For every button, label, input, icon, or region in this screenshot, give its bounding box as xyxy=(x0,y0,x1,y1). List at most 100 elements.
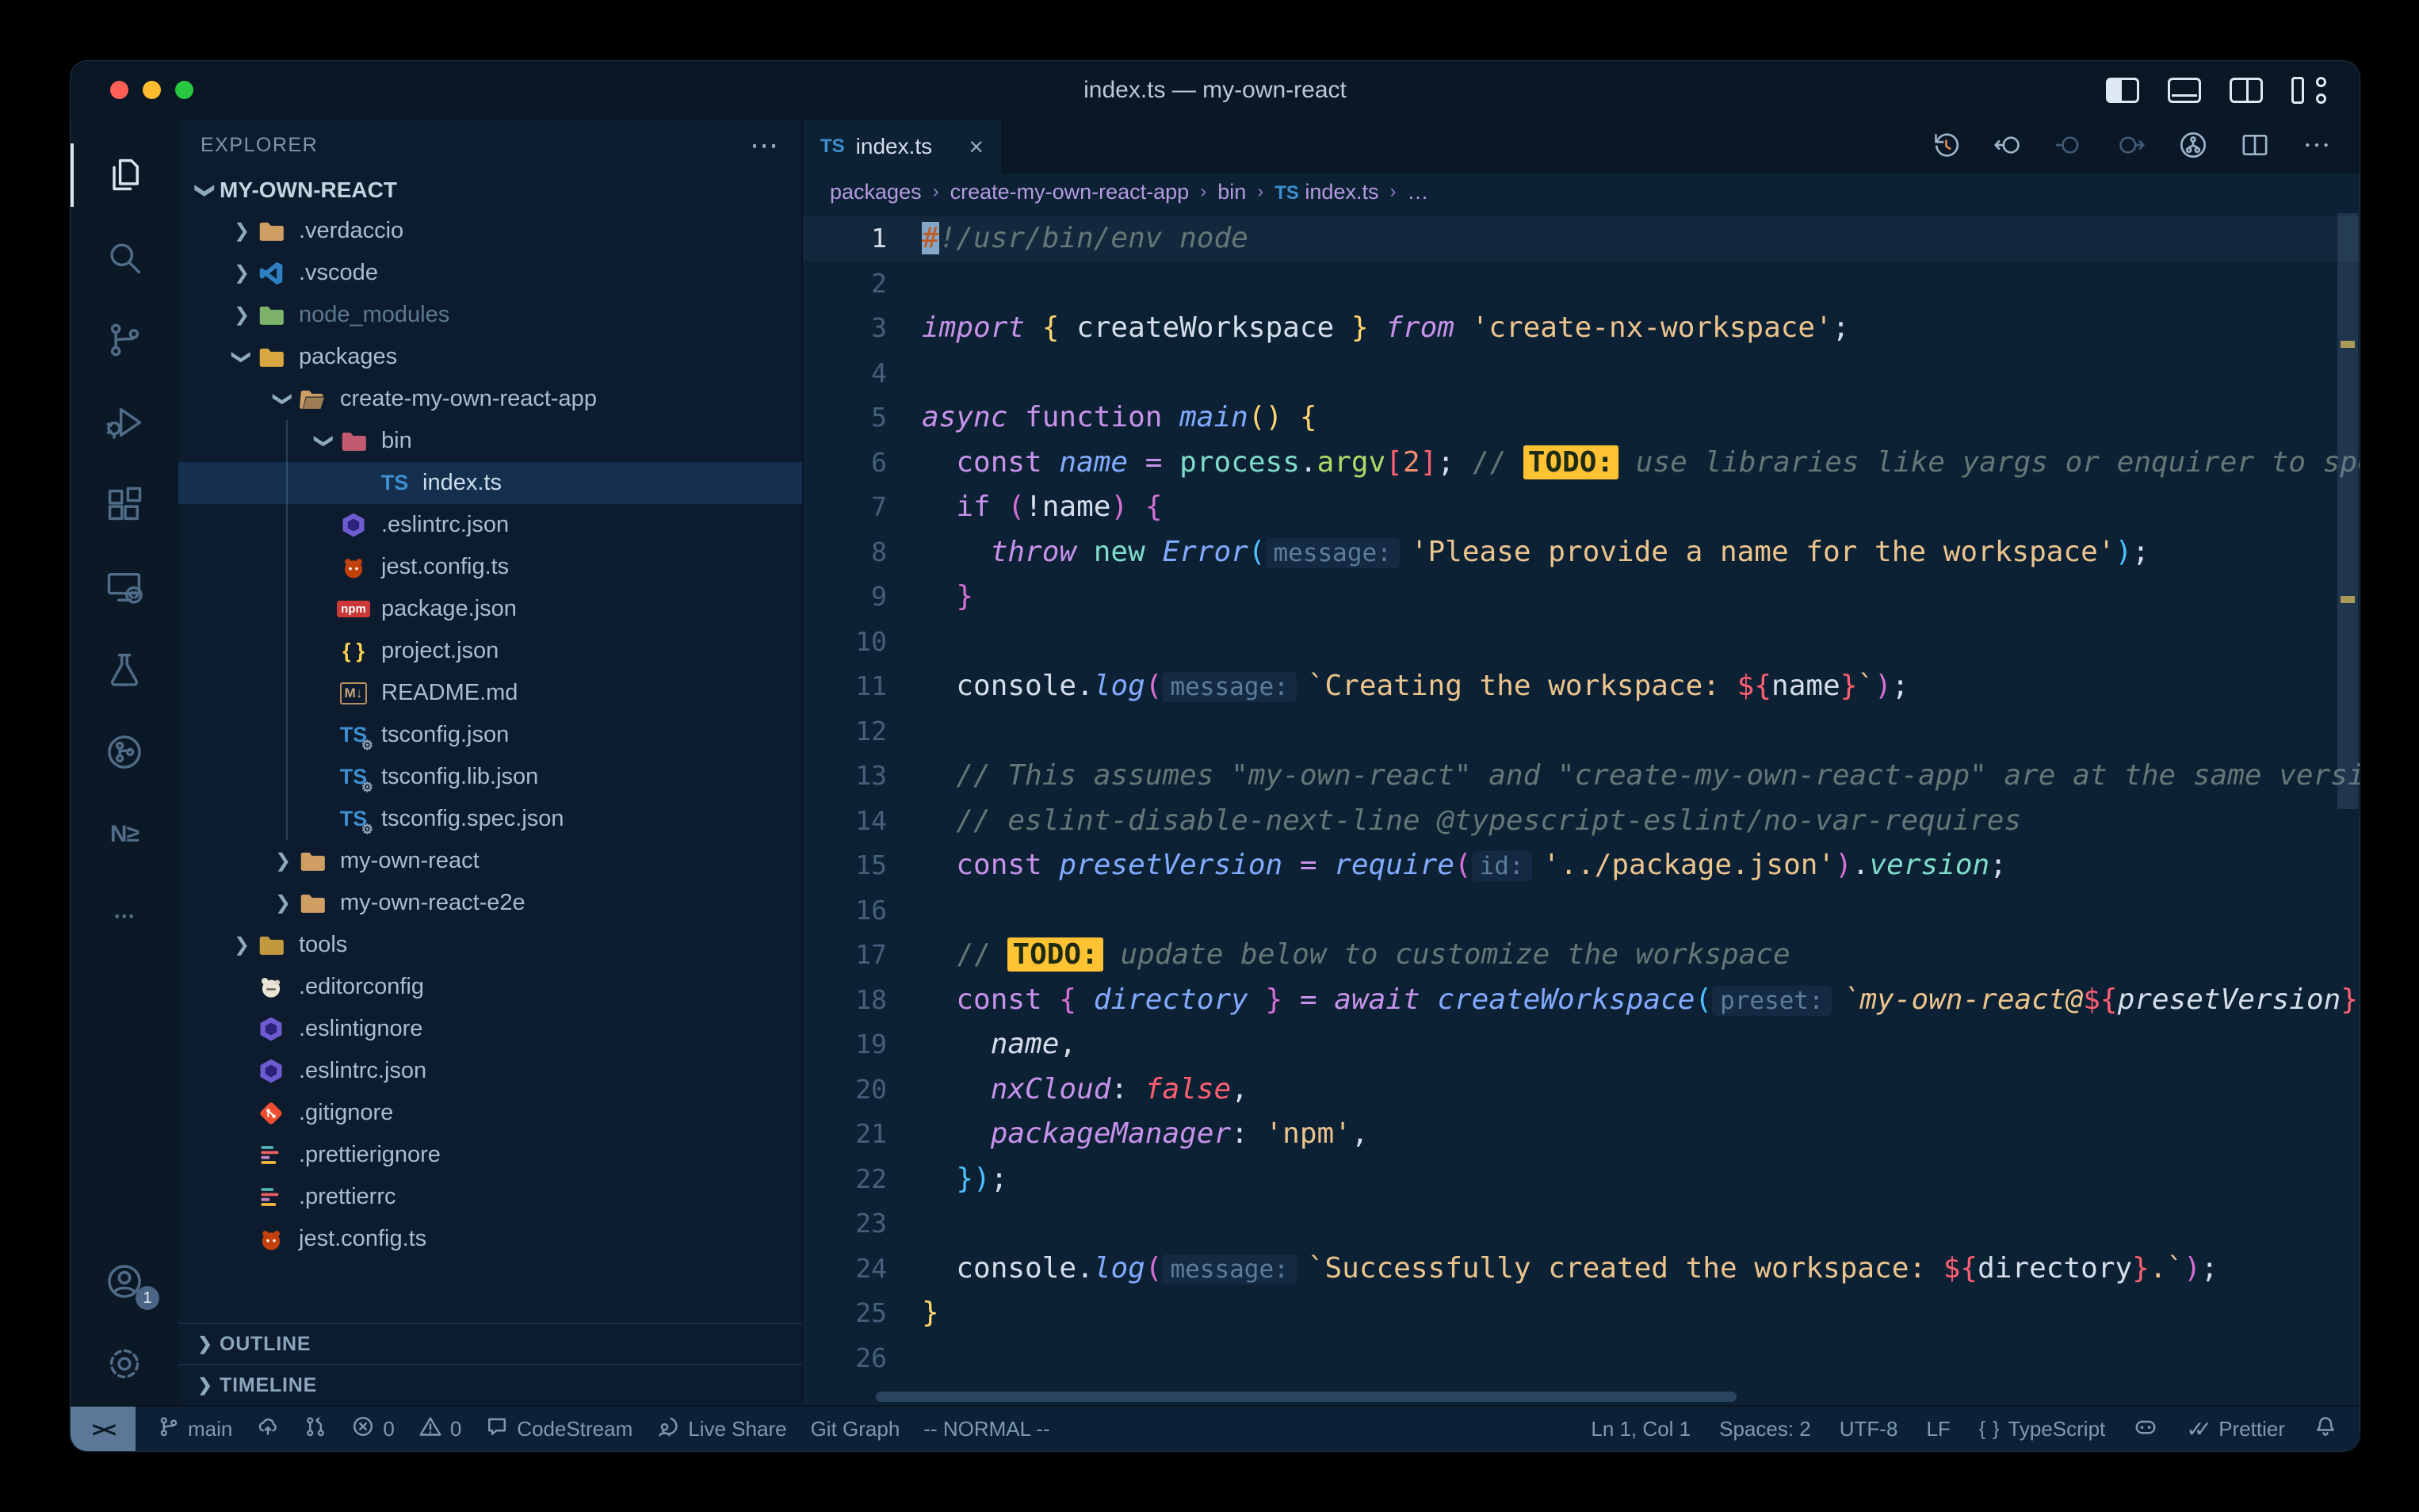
tree-item-file-.gitignore[interactable]: .gitignore xyxy=(178,1092,802,1134)
status-main[interactable]: main xyxy=(156,1415,232,1444)
line-number: 3 xyxy=(803,306,922,351)
jest-icon xyxy=(256,1224,286,1254)
tree-item-file-.eslintrc.json[interactable]: .eslintrc.json xyxy=(178,1050,802,1092)
next-change-icon[interactable] xyxy=(2115,129,2147,165)
code-line-22: 22 }); xyxy=(803,1157,2360,1202)
activity-files-icon[interactable] xyxy=(71,134,178,216)
tree-item-folder-node_modules[interactable]: ❯node_modules xyxy=(178,294,802,336)
tree-item-file-package.json[interactable]: npmpackage.json xyxy=(178,588,802,630)
workspace-root-item[interactable]: ❯ MY-OWN-REACT xyxy=(178,170,802,210)
layout-sidebar-right-icon[interactable] xyxy=(2230,78,2263,103)
status-prettier[interactable]: ✓✓Prettier xyxy=(2186,1416,2285,1442)
code-editor[interactable]: 1#!/usr/bin/env node23import { createWor… xyxy=(803,210,2360,1405)
status-normal[interactable]: -- NORMAL -- xyxy=(923,1417,1049,1441)
activity-remote-explorer-icon[interactable] xyxy=(71,546,178,628)
code-line-16: 16 xyxy=(803,888,2360,934)
activity-source-control-icon[interactable] xyxy=(71,299,178,381)
breadcrumb-item[interactable]: create-my-own-react-app xyxy=(950,180,1190,204)
close-tab-icon[interactable]: × xyxy=(969,132,984,162)
status-typescript[interactable]: { }TypeScript xyxy=(1979,1417,2105,1441)
status-copilot-icon[interactable] xyxy=(2134,1415,2157,1444)
status-lf[interactable]: LF xyxy=(1926,1417,1950,1441)
status-utf-8[interactable]: UTF-8 xyxy=(1840,1417,1898,1441)
activity-account-icon[interactable]: 1 xyxy=(71,1240,178,1323)
section-outline[interactable]: ❯OUTLINE xyxy=(178,1323,802,1364)
chevron-right-icon: ❯ xyxy=(227,934,256,956)
tree-item-file-tsconfig.spec.json[interactable]: TS⚙tsconfig.spec.json xyxy=(178,798,802,840)
layout-panel-icon[interactable] xyxy=(2168,78,2201,103)
tree-item-file-jest.config.ts[interactable]: jest.config.ts xyxy=(178,1218,802,1260)
activity-circle-branch-icon[interactable] xyxy=(71,711,178,793)
tree-item-file-index.ts[interactable]: TSindex.ts xyxy=(178,462,802,504)
breadcrumb-item[interactable]: TS index.ts xyxy=(1274,180,1378,204)
activity-extensions-icon[interactable] xyxy=(71,464,178,546)
tree-item-file-.prettierignore[interactable]: .prettierignore xyxy=(178,1134,802,1176)
todo-marker xyxy=(2341,596,2355,603)
layout-grid-icon[interactable] xyxy=(2291,77,2328,104)
eslint-icon xyxy=(338,510,369,540)
status-cloud-upload-icon[interactable] xyxy=(256,1415,280,1444)
chevron-right-icon: ❯ xyxy=(269,892,297,914)
source-control-circle-icon[interactable] xyxy=(2177,129,2209,165)
breadcrumb-separator-icon: › xyxy=(1257,181,1263,203)
tree-item-file-.editorconfig[interactable]: .editorconfig xyxy=(178,966,802,1008)
activity-more-icon[interactable]: ··· xyxy=(71,876,178,958)
tree-item-file-tsconfig.lib.json[interactable]: TS⚙tsconfig.lib.json xyxy=(178,756,802,798)
tree-item-folder-create-my-own-react-app[interactable]: ❯create-my-own-react-app xyxy=(178,378,802,420)
tree-item-folder-packages[interactable]: ❯packages xyxy=(178,336,802,378)
tree-item-folder-bin[interactable]: ❯bin xyxy=(178,420,802,462)
breadcrumb-item[interactable]: packages xyxy=(830,180,922,204)
prev-change-icon[interactable] xyxy=(2054,129,2085,165)
history-icon[interactable] xyxy=(1930,129,1962,165)
tree-item-folder-my-own-react-e2e[interactable]: ❯my-own-react-e2e xyxy=(178,882,802,924)
status-bell-icon[interactable] xyxy=(2314,1415,2337,1444)
open-changes-icon[interactable] xyxy=(1992,129,2023,165)
layout-sidebar-left-icon[interactable] xyxy=(2106,78,2139,103)
code-line-5: 5async function main() { xyxy=(803,395,2360,441)
tree-item-file-.prettierrc[interactable]: .prettierrc xyxy=(178,1176,802,1218)
status-codestream[interactable]: CodeStream xyxy=(485,1415,632,1444)
line-number: 6 xyxy=(803,441,922,486)
tree-item-file-jest.config.ts[interactable]: jest.config.ts xyxy=(178,546,802,588)
activity-settings-gear-icon[interactable] xyxy=(71,1323,178,1405)
split-editor-icon[interactable] xyxy=(2239,129,2271,165)
line-number: 10 xyxy=(803,620,922,665)
breadcrumb-item[interactable]: bin xyxy=(1217,180,1246,204)
line-number: 14 xyxy=(803,799,922,844)
tree-item-file-tsconfig.json[interactable]: TS⚙tsconfig.json xyxy=(178,714,802,756)
tree-item-file-project.json[interactable]: { }project.json xyxy=(178,630,802,672)
tree-item-label: create-my-own-react-app xyxy=(340,386,597,412)
tree-item-file-.eslintrc.json[interactable]: .eslintrc.json xyxy=(178,504,802,546)
tree-item-folder-my-own-react[interactable]: ❯my-own-react xyxy=(178,840,802,882)
status-live-share[interactable]: Live Share xyxy=(656,1415,786,1444)
status-git-graph[interactable]: Git Graph xyxy=(811,1417,900,1441)
status-0[interactable]: 0 xyxy=(418,1415,461,1444)
folder-icon xyxy=(297,846,327,876)
horizontal-scrollbar[interactable] xyxy=(876,1392,1737,1402)
tree-item-label: .eslintrc.json xyxy=(299,1058,426,1084)
prettier-icon xyxy=(256,1140,286,1170)
tree-item-file-README.md[interactable]: M↓README.md xyxy=(178,672,802,714)
tree-item-folder-tools[interactable]: ❯tools xyxy=(178,924,802,966)
tab-index-ts[interactable]: TS index.ts × xyxy=(803,120,1001,174)
more-actions-icon[interactable] xyxy=(2301,129,2333,165)
tree-item-label: .vscode xyxy=(299,260,378,286)
section-timeline[interactable]: ❯TIMELINE xyxy=(178,1364,802,1405)
activity-search-icon[interactable] xyxy=(71,216,178,299)
activity-nx-console-icon[interactable]: N≥ xyxy=(71,793,178,876)
tree-item-file-.eslintignore[interactable]: .eslintignore xyxy=(178,1008,802,1050)
activity-run-debug-icon[interactable] xyxy=(71,381,178,464)
vertical-scrollbar[interactable] xyxy=(2337,213,2358,809)
activity-testing-icon[interactable] xyxy=(71,628,178,711)
status-ln-1-col-1[interactable]: Ln 1, Col 1 xyxy=(1591,1417,1691,1441)
breadcrumb-item[interactable]: … xyxy=(1407,180,1428,204)
tree-item-label: .prettierignore xyxy=(299,1142,441,1168)
tree-item-folder-.verdaccio[interactable]: ❯.verdaccio xyxy=(178,210,802,252)
status-0[interactable]: 0 xyxy=(351,1415,394,1444)
explorer-more-actions-icon[interactable]: ⋯ xyxy=(750,128,780,162)
status-spaces-2[interactable]: Spaces: 2 xyxy=(1719,1417,1811,1441)
tree-item-folder-.vscode[interactable]: ❯.vscode xyxy=(178,252,802,294)
remote-indicator[interactable]: >< xyxy=(71,1407,136,1451)
status-compare-changes-icon[interactable] xyxy=(304,1415,327,1444)
error-icon xyxy=(351,1415,375,1444)
